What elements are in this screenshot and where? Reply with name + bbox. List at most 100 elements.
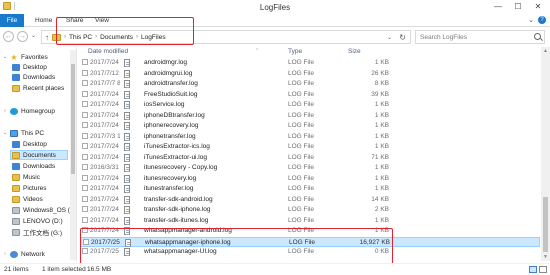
nav-recent-places[interactable]: Recent places: [12, 83, 64, 93]
file-row[interactable]: 2017/7/25 1 whatsappmanager-UI.log LOG Fil…: [80, 247, 540, 257]
file-row[interactable]: 2017/7/3 1 iphonetransfer.log LOG File 1 KB: [80, 132, 540, 142]
nav-favorites-desktop[interactable]: Desktop: [12, 62, 47, 72]
breadcrumb-documents[interactable]: Documents: [100, 34, 133, 41]
search-box[interactable]: [415, 30, 545, 44]
checkbox[interactable]: [82, 132, 88, 139]
file-date: 2017/7/24 1: [90, 59, 120, 66]
nav-drive-d[interactable]: LENOVO (D:): [12, 216, 63, 226]
details-view-icon[interactable]: [529, 266, 537, 273]
maximize-button[interactable]: ☐: [508, 0, 528, 12]
checkbox[interactable]: [82, 206, 88, 212]
scrollbar-thumb[interactable]: [71, 64, 75, 174]
scroll-down-icon[interactable]: ▼: [541, 253, 550, 261]
file-row[interactable]: 2017/7/7 8:29 androidtransfer.log LOG File…: [80, 79, 540, 89]
nav-label: Favorites: [21, 53, 48, 61]
breadcrumb-logfiles[interactable]: LogFiles: [141, 34, 166, 41]
expand-arrow-icon[interactable]: ⌄: [2, 54, 8, 60]
expand-ribbon-icon[interactable]: ⌄: [528, 16, 534, 24]
search-icon[interactable]: [534, 33, 541, 40]
nav-pc-downloads[interactable]: Downloads: [12, 161, 55, 171]
nav-pictures[interactable]: Pictures: [12, 183, 46, 193]
nav-favorites-downloads[interactable]: Downloads: [12, 72, 55, 82]
checkbox[interactable]: [82, 185, 88, 191]
checkbox[interactable]: [82, 80, 88, 86]
tab-home[interactable]: Home: [35, 14, 52, 27]
checkbox[interactable]: [82, 174, 88, 181]
file-row[interactable]: 2017/7/24 1 transfer-sdk-itunes.log LOG Fi…: [80, 216, 540, 226]
checkbox[interactable]: [82, 69, 88, 76]
file-row[interactable]: 2017/7/24 1 whatsappmanager-android.log LO…: [80, 226, 540, 236]
file-row[interactable]: 2017/7/24 1 transfer-sdk-iphone.log LOG Fi…: [80, 205, 540, 215]
file-row[interactable]: 2017/7/24 1 iphoneDBtransfer.log LOG File 1…: [80, 111, 540, 121]
expand-arrow-icon[interactable]: ⌄: [2, 130, 8, 136]
file-row[interactable]: 2017/7/24 1 iTunesExtractor-ics.log LOG Fi…: [80, 142, 540, 152]
file-row[interactable]: 2017/7/24 1 itunesrecovery.log LOG File 1 K…: [80, 174, 540, 184]
file-row[interactable]: 2016/3/31 2 itunesrecovery - Copy.log LOG …: [80, 163, 540, 173]
checkbox[interactable]: [82, 153, 88, 160]
checkbox[interactable]: [82, 122, 88, 128]
nav-pc-desktop[interactable]: Desktop: [12, 139, 47, 149]
breadcrumb-separator[interactable]: ›: [64, 34, 66, 40]
checkbox[interactable]: [82, 164, 88, 170]
tab-view[interactable]: View: [95, 14, 109, 27]
column-header-type[interactable]: Type: [288, 48, 302, 55]
checkbox[interactable]: [82, 195, 88, 202]
breadcrumb-separator[interactable]: ›: [136, 34, 138, 40]
nav-documents[interactable]: Documents: [10, 150, 68, 160]
file-row[interactable]: 2017/7/24 1 androidmgr.log LOG File 1 KB: [80, 58, 540, 68]
checkbox[interactable]: [82, 143, 88, 149]
file-row[interactable]: 2017/7/24 1 iosService.log LOG File 1 KB: [80, 100, 540, 110]
tab-share[interactable]: Share: [66, 14, 83, 27]
file-row[interactable]: 2017/7/24 1 FreeStudioSuit.log LOG File 39 …: [80, 90, 540, 100]
checkbox[interactable]: [82, 248, 88, 254]
large-icons-view-icon[interactable]: [539, 266, 547, 273]
music-icon: [12, 173, 20, 181]
column-header-date[interactable]: Date modified: [88, 48, 128, 55]
address-dropdown-icon[interactable]: ⌄: [387, 34, 392, 41]
file-row[interactable]: 2017/7/24 1 iTunesExtractor-ui.log LOG Fil…: [80, 153, 540, 163]
file-row[interactable]: 2017/7/24 1 itunestransfer.log LOG File 1 K…: [80, 184, 540, 194]
nav-drive-g[interactable]: 工作文档 (G:): [12, 227, 62, 237]
checkbox[interactable]: [82, 227, 88, 233]
nav-favorites[interactable]: ⌄ ★ Favorites: [2, 52, 48, 62]
checkbox[interactable]: [82, 90, 88, 97]
nav-this-pc[interactable]: ⌄ This PC: [2, 128, 44, 138]
search-input[interactable]: [416, 31, 528, 43]
minimize-button[interactable]: —: [488, 0, 508, 12]
expand-arrow-icon[interactable]: ›: [2, 251, 8, 257]
file-row[interactable]: 2017/7/25 1 whatsappmanager-iphone.log LOG…: [80, 236, 540, 247]
log-file-icon: [124, 101, 130, 109]
help-icon[interactable]: ?: [538, 16, 546, 24]
file-row[interactable]: 2017/7/24 1 transfer-sdk-android.log LOG F…: [80, 195, 540, 205]
checkbox[interactable]: [83, 238, 89, 245]
scrollbar-thumb[interactable]: [543, 197, 548, 252]
breadcrumb-separator[interactable]: ›: [95, 34, 97, 40]
file-row[interactable]: 2017/7/24 1 iphonerecovery.log LOG File 1 K…: [80, 121, 540, 131]
recent-locations-dropdown[interactable]: ⌄: [31, 32, 36, 39]
file-row[interactable]: 2017/7/12 1 androidmgrui.log LOG File 26 KB: [80, 69, 540, 79]
address-bar[interactable]: ↑ › This PC › Documents › LogFiles ⌄ ↻: [41, 30, 411, 44]
breadcrumb-this-pc[interactable]: This PC: [69, 34, 92, 41]
file-list-scrollbar[interactable]: ▲ ▼: [541, 47, 550, 261]
expand-arrow-icon[interactable]: ›: [2, 108, 8, 114]
nav-music[interactable]: Music: [12, 172, 40, 182]
tab-file[interactable]: File: [0, 14, 24, 27]
scroll-up-icon[interactable]: ▲: [541, 47, 550, 55]
nav-homegroup[interactable]: › Homegroup: [2, 106, 55, 116]
file-date: 2017/7/24 1: [90, 90, 120, 98]
refresh-icon[interactable]: ↻: [399, 33, 406, 42]
checkbox[interactable]: [82, 111, 88, 118]
back-button[interactable]: ←: [3, 31, 14, 42]
videos-icon: [12, 195, 20, 203]
nav-videos[interactable]: Videos: [12, 194, 43, 204]
close-button[interactable]: ✕: [528, 0, 548, 12]
nav-drive-c[interactable]: Windows8_OS (C: [12, 205, 75, 215]
forward-button[interactable]: →: [17, 31, 28, 42]
nav-network[interactable]: › Network: [2, 249, 45, 259]
column-header-size[interactable]: Size: [348, 48, 361, 55]
checkbox[interactable]: [82, 216, 88, 223]
nav-pane-scrollbar[interactable]: [70, 50, 76, 260]
up-arrow-icon[interactable]: ↑: [45, 33, 49, 42]
checkbox[interactable]: [82, 101, 88, 107]
checkbox[interactable]: [82, 59, 88, 65]
